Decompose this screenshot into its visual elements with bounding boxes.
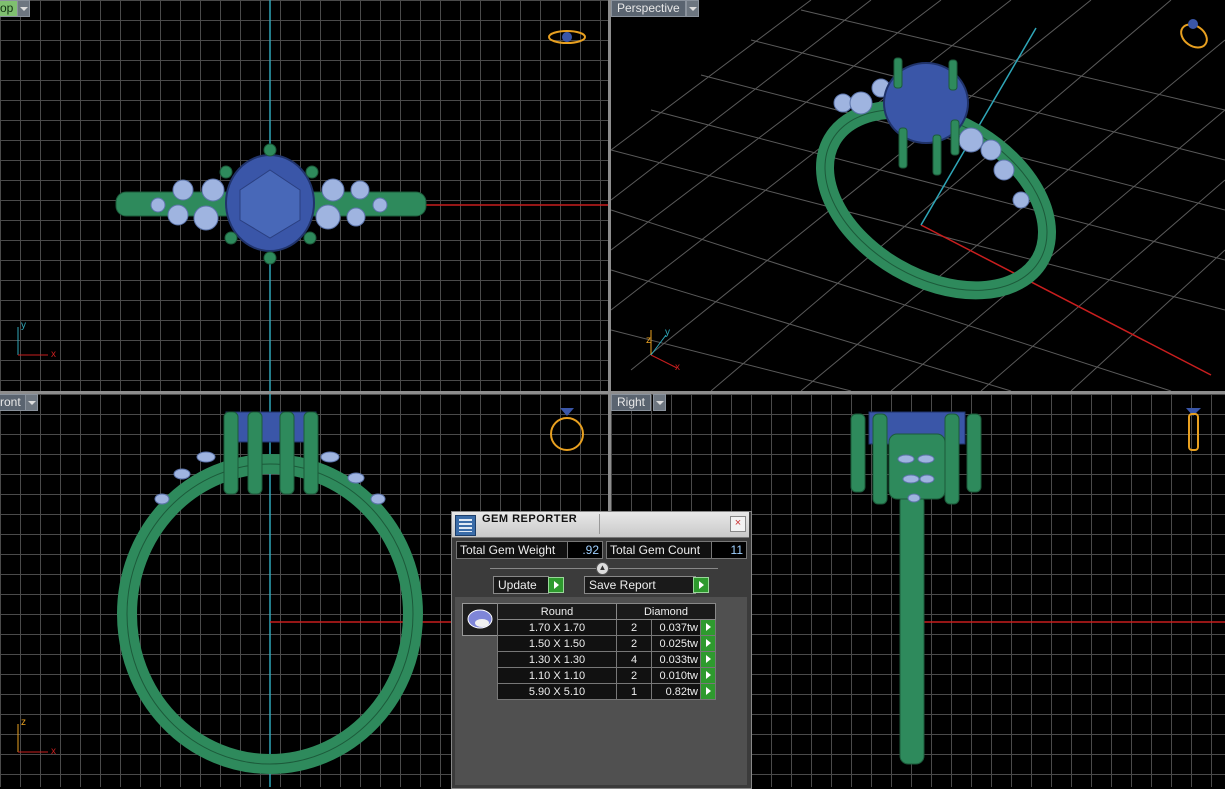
round-gem-glyph: [467, 609, 493, 629]
table-row[interactable]: 1.70 X 1.70 2 0.037tw: [497, 619, 716, 636]
top-view-render: y x: [17, 0, 608, 391]
table-row[interactable]: 1.50 X 1.50 2 0.025tw: [497, 635, 716, 652]
row-go-icon[interactable]: [700, 651, 716, 668]
axis-y-label: y: [665, 327, 670, 338]
gem-reporter-panel: GEM REPORTER × Total Gem Weight .92 Tota…: [451, 511, 752, 789]
total-gem-count-value: 11: [711, 541, 747, 559]
close-button[interactable]: ×: [730, 516, 746, 532]
row-go-icon[interactable]: [700, 635, 716, 652]
axis-x-label: x: [675, 362, 680, 373]
gem-weight-cell: 0.033tw: [651, 651, 701, 668]
gem-table-area: Round Diamond 1.70 X 1.70 2 0.037tw 1.50 X …: [455, 597, 747, 785]
viewport-menu-top-icon[interactable]: [17, 0, 30, 17]
gem-table: Round Diamond 1.70 X 1.70 2 0.037tw 1.50 X …: [497, 603, 716, 700]
gem-quantity-cell: 4: [616, 651, 652, 668]
axis-z-label: z: [646, 335, 651, 346]
column-header-material[interactable]: Diamond: [616, 603, 716, 620]
gem-size-cell: 1.70 X 1.70: [497, 619, 617, 636]
gem-weight-cell: 0.037tw: [651, 619, 701, 636]
update-go-icon[interactable]: [548, 577, 564, 593]
viewport-splitter-horizontal[interactable]: [0, 391, 1225, 394]
gem-quantity-cell: 2: [616, 667, 652, 684]
gem-reporter-titlebar[interactable]: GEM REPORTER ×: [452, 512, 749, 538]
gem-reporter-logo-icon: [455, 515, 476, 536]
perspective-view-render: z y x: [611, 0, 1225, 391]
update-button[interactable]: Update: [493, 576, 549, 594]
viewport-label-perspective[interactable]: Perspective: [611, 0, 686, 17]
table-row[interactable]: 1.30 X 1.30 4 0.033tw: [497, 651, 716, 668]
gem-reporter-title: GEM REPORTER: [482, 513, 578, 525]
axis-y-label: y: [21, 320, 26, 331]
column-header-shape[interactable]: Round: [497, 603, 617, 620]
gem-quantity-cell: 1: [616, 683, 652, 700]
gem-weight-cell: 0.025tw: [651, 635, 701, 652]
gem-quantity-cell: 2: [616, 635, 652, 652]
viewport-menu-perspective-icon[interactable]: [686, 0, 699, 17]
axis-x-label: x: [51, 746, 56, 757]
table-row[interactable]: 1.10 X 1.10 2 0.010tw: [497, 667, 716, 684]
axis-x-label: x: [51, 349, 56, 360]
table-row[interactable]: 5.90 X 5.10 1 0.82tw: [497, 683, 716, 700]
save-report-go-icon[interactable]: [693, 577, 709, 593]
title-divider: [599, 514, 600, 534]
total-gem-count-label: Total Gem Count: [606, 541, 712, 559]
viewport-perspective[interactable]: z y x Perspective: [611, 0, 1225, 391]
gem-size-cell: 1.10 X 1.10: [497, 667, 617, 684]
gem-quantity-cell: 2: [616, 619, 652, 636]
viewport-label-right[interactable]: Right: [611, 394, 652, 411]
gem-weight-cell: 0.010tw: [651, 667, 701, 684]
gem-weight-cell: 0.82tw: [651, 683, 701, 700]
axis-z-label: z: [21, 717, 26, 728]
viewport-label-front[interactable]: ront: [0, 394, 27, 411]
row-go-icon[interactable]: [700, 683, 716, 700]
round-gem-icon[interactable]: [462, 603, 498, 636]
total-gem-weight-value: .92: [567, 541, 603, 559]
viewport-top[interactable]: y x op: [0, 0, 608, 391]
gem-size-cell: 5.90 X 5.10: [497, 683, 617, 700]
viewport-menu-front-icon[interactable]: [25, 394, 38, 411]
row-go-icon[interactable]: [700, 619, 716, 636]
gem-size-cell: 1.50 X 1.50: [497, 635, 617, 652]
collapse-toggle-icon[interactable]: ▲: [596, 562, 609, 575]
gem-size-cell: 1.30 X 1.30: [497, 651, 617, 668]
row-go-icon[interactable]: [700, 667, 716, 684]
total-gem-weight-label: Total Gem Weight: [456, 541, 568, 559]
viewport-menu-right-icon[interactable]: [653, 394, 666, 411]
save-report-button[interactable]: Save Report: [584, 576, 696, 594]
